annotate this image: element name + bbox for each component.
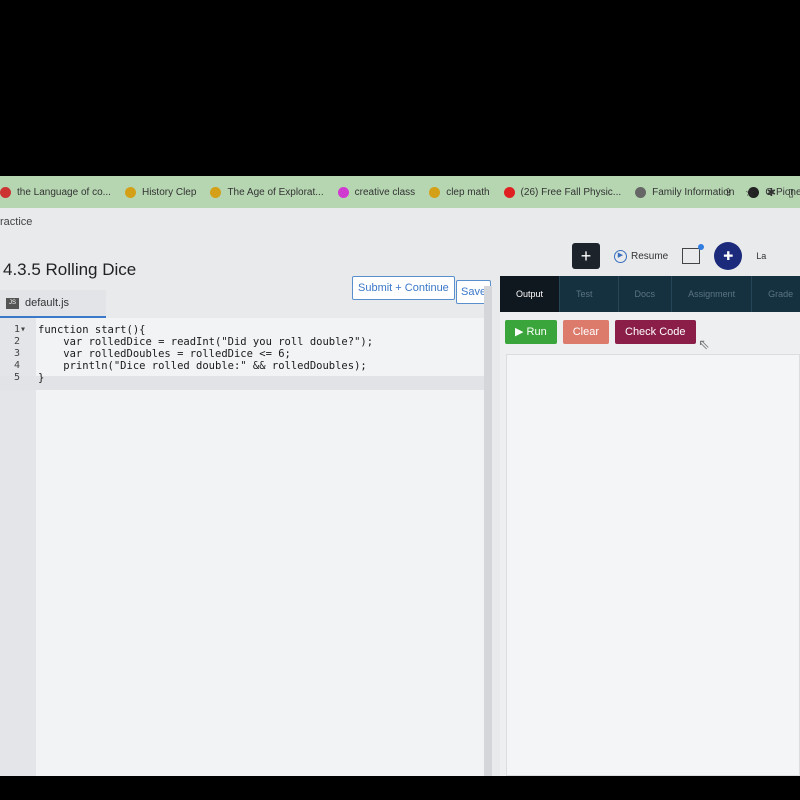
- star-icon[interactable]: ☆: [745, 186, 755, 199]
- line-number: 2: [14, 336, 21, 347]
- bookmark-favicon-icon: [429, 186, 441, 198]
- code-line[interactable]: println("Dice rolled double:" && rolledD…: [38, 360, 366, 372]
- tab-assignment[interactable]: Assignment: [672, 276, 753, 312]
- sidebar-icon[interactable]: ▯: [788, 186, 794, 199]
- play-icon: ▶: [614, 249, 627, 263]
- resume-label: Resume: [631, 250, 669, 262]
- clear-button[interactable]: Clear: [562, 320, 609, 344]
- tab-output[interactable]: Output: [500, 276, 561, 312]
- bookmark-label: (26) Free Fall Physic...: [520, 186, 622, 198]
- bookmark-favicon-icon: [124, 186, 136, 198]
- bookmark-item[interactable]: the Language of co...: [0, 186, 111, 198]
- tab-test-cases[interactable]: Test Cases: [560, 276, 619, 335]
- screen: the Language of co... History Clep The Age…: [0, 176, 800, 776]
- js-file-icon: JS: [6, 297, 19, 309]
- breadcrumb[interactable]: ractice: [0, 216, 32, 228]
- top-actions: + ▶ Resume ✚ La: [572, 242, 766, 270]
- mouse-cursor-icon: ⇖: [698, 336, 710, 352]
- notifications-icon[interactable]: [682, 244, 705, 264]
- tab-docs[interactable]: Docs: [619, 276, 673, 312]
- bookmark-item[interactable]: Family Information: [635, 186, 735, 198]
- code-line[interactable]: function start(){: [38, 324, 145, 336]
- add-button[interactable]: +: [572, 243, 600, 269]
- bookmark-favicon-icon: [337, 186, 349, 198]
- bookmark-label: Family Information: [652, 186, 735, 198]
- bookmark-label: the Language of co...: [17, 186, 111, 198]
- panel-tabs: OutputTest CasesDocsAssignmentGrade: [500, 276, 800, 335]
- check-code-button[interactable]: Check Code: [615, 320, 696, 344]
- pane-resizer[interactable]: [484, 286, 492, 776]
- user-name[interactable]: La: [756, 251, 766, 261]
- browser-toolbar-icons: ⇪ ☆ ✱ ▯: [724, 186, 794, 199]
- bookmark-item[interactable]: (26) Free Fall Physic...: [503, 186, 622, 198]
- share-icon[interactable]: ⇪: [724, 186, 733, 199]
- bookmark-favicon-icon: [503, 186, 515, 198]
- extensions-icon[interactable]: ✱: [767, 186, 776, 199]
- bookmark-item[interactable]: creative class: [337, 186, 416, 198]
- tab-grade[interactable]: Grade: [752, 276, 800, 312]
- run-button[interactable]: ▶ Run: [505, 320, 557, 344]
- bookmark-favicon-icon: [635, 186, 647, 198]
- file-tab[interactable]: JS default.js: [0, 290, 106, 318]
- bookmark-label: creative class: [354, 186, 416, 198]
- bookmark-label: The Age of Explorat...: [227, 186, 324, 198]
- bookmark-item[interactable]: History Clep: [124, 186, 197, 198]
- line-number: 3: [14, 348, 21, 359]
- avatar[interactable]: ✚: [714, 242, 743, 270]
- line-number: 4: [14, 360, 21, 371]
- bookmark-label: clep math: [446, 186, 490, 198]
- bookmark-favicon-icon: [0, 186, 11, 198]
- code-line[interactable]: var rolledDoubles = rolledDice <= 6;: [38, 348, 291, 360]
- line-number: 1▾: [14, 324, 27, 335]
- code-editor[interactable]: 1▾ function start(){ 2 var rolledDice = re…: [0, 318, 488, 776]
- bookmark-item[interactable]: clep math: [429, 186, 490, 198]
- submit-continue-button[interactable]: Submit + Continue: [352, 276, 455, 300]
- bookmark-item[interactable]: The Age of Explorat...: [210, 186, 324, 198]
- output-panel: OutputTest CasesDocsAssignmentGrade ▶ Ru…: [500, 276, 800, 776]
- bookmark-favicon-icon: [210, 186, 222, 198]
- output-console: [506, 354, 800, 776]
- run-label: Run: [526, 326, 547, 338]
- line-number: 5: [14, 372, 21, 383]
- file-name: default.js: [25, 297, 70, 309]
- bookmark-label: History Clep: [141, 186, 197, 198]
- code-line[interactable]: var rolledDice = readInt("Did you roll d…: [38, 336, 373, 348]
- bookmarks-bar: the Language of co... History Clep The Age…: [0, 176, 800, 208]
- active-line: [0, 376, 488, 390]
- page-title: 4.3.5 Rolling Dice: [3, 260, 137, 279]
- code-line[interactable]: }: [38, 372, 44, 384]
- resume-button[interactable]: ▶ Resume: [614, 249, 669, 263]
